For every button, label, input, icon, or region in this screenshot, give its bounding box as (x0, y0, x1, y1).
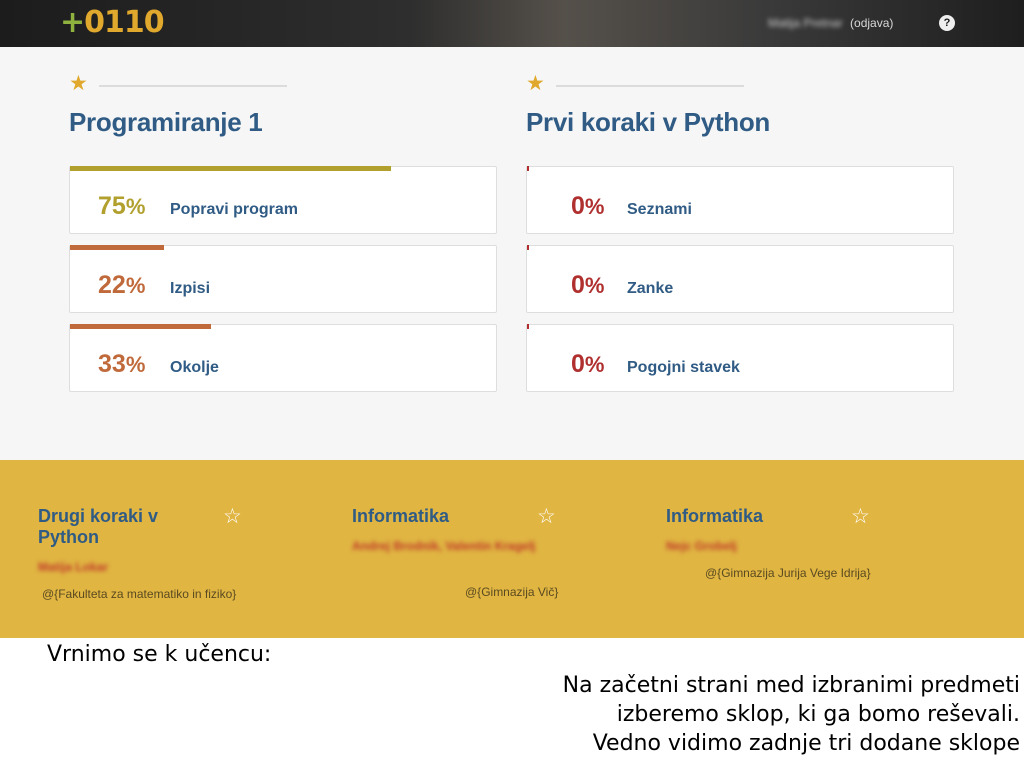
topic-card[interactable]: 0% Pogojni stavek (526, 324, 954, 392)
percent-sign: % (584, 273, 605, 298)
topic-card[interactable]: 22% Izpisi (69, 245, 497, 313)
percent-value: 0 (571, 350, 585, 378)
course-title[interactable]: Programiranje 1 (69, 107, 263, 138)
progress-percent: 0% (571, 349, 604, 380)
topic-card[interactable]: 33% Okolje (69, 324, 497, 392)
progress-percent: 0% (571, 191, 604, 222)
logo-digits: 0110 (84, 5, 164, 40)
percent-value: 0 (571, 271, 585, 299)
top-bar: +0110 Matija Pretnar (odjava) ? (0, 0, 1024, 47)
caption-line: Na začetni strani med izbranimi predmeti (562, 673, 1020, 698)
percent-sign: % (125, 352, 146, 377)
percent-value: 75 (98, 192, 126, 220)
favorite-marker: ★ (69, 73, 299, 95)
star-outline-icon[interactable]: ☆ (223, 504, 242, 529)
star-outline-icon[interactable]: ☆ (537, 504, 556, 529)
progress-percent: 75% (98, 191, 145, 222)
topic-card[interactable]: 0% Seznami (526, 166, 954, 234)
course-card-title[interactable]: Informatika (666, 506, 846, 527)
topic-label[interactable]: Zanke (627, 280, 673, 298)
course-school: @{Gimnazija Jurija Vege Idrija} (705, 566, 871, 580)
divider (556, 85, 744, 87)
logout-link[interactable]: (odjava) (850, 16, 893, 30)
course-school: @{Gimnazija Vič} (465, 585, 559, 599)
percent-sign: % (125, 194, 146, 219)
slide-caption-left: Vrnimo se k učencu: (47, 642, 272, 667)
progress-bar (527, 245, 529, 250)
help-icon[interactable]: ? (939, 15, 955, 31)
course-author: Nejc Grobelj (666, 539, 737, 553)
progress-bar (70, 166, 391, 171)
percent-value: 33 (98, 350, 126, 378)
progress-percent: 22% (98, 270, 145, 301)
course-author: Matija Lokar (38, 560, 109, 574)
caption-line: Vedno vidimo zadnje tri dodane sklope (592, 731, 1020, 756)
progress-bar (527, 166, 529, 171)
progress-bar (527, 324, 529, 329)
topic-label[interactable]: Izpisi (170, 280, 210, 298)
favorite-courses-area: ★ Programiranje 1 75% Popravi program 22% I… (0, 47, 1024, 460)
topic-card[interactable]: 75% Popravi program (69, 166, 497, 234)
topic-card[interactable]: 0% Zanke (526, 245, 954, 313)
logo-plus: + (60, 5, 85, 40)
progress-bar (70, 245, 165, 250)
star-outline-icon[interactable]: ☆ (851, 504, 870, 529)
logo[interactable]: +0110 (60, 5, 165, 40)
other-courses-band: Drugi koraki v Python ☆ Matija Lokar @{F… (0, 460, 1024, 638)
divider (99, 85, 287, 87)
course-card[interactable]: Drugi koraki v Python ☆ Matija Lokar @{F… (38, 460, 278, 638)
progress-percent: 33% (98, 349, 145, 380)
percent-sign: % (125, 273, 146, 298)
caption-line: izberemo sklop, ki ga bomo reševali. (616, 702, 1020, 727)
topic-label[interactable]: Okolje (170, 359, 219, 377)
topic-label[interactable]: Seznami (627, 201, 692, 219)
course-school: @{Fakulteta za matematiko in fiziko} (42, 587, 237, 601)
slide-caption-right: Na začetni strani med izbranimi predmeti… (500, 671, 1020, 758)
topic-label[interactable]: Popravi program (170, 201, 298, 219)
progress-bar (70, 324, 212, 329)
percent-sign: % (584, 194, 605, 219)
course-title[interactable]: Prvi koraki v Python (526, 107, 770, 138)
user-info: Matija Pretnar (odjava) (768, 16, 893, 30)
progress-percent: 0% (571, 270, 604, 301)
favorite-marker: ★ (526, 73, 756, 95)
course-author: Andrej Brodnik, Valentin Kragelj (352, 539, 536, 553)
user-name: Matija Pretnar (768, 16, 843, 30)
star-icon[interactable]: ★ (526, 73, 545, 95)
course-card[interactable]: Informatika ☆ Andrej Brodnik, Valentin K… (352, 460, 592, 638)
percent-value: 0 (571, 192, 585, 220)
course-card-title[interactable]: Informatika (352, 506, 532, 527)
topic-label[interactable]: Pogojni stavek (627, 359, 740, 377)
percent-sign: % (584, 352, 605, 377)
star-icon[interactable]: ★ (69, 73, 88, 95)
course-card[interactable]: Informatika ☆ Nejc Grobelj @{Gimnazija J… (666, 460, 906, 638)
course-card-title[interactable]: Drugi koraki v Python (38, 506, 218, 548)
percent-value: 22 (98, 271, 126, 299)
